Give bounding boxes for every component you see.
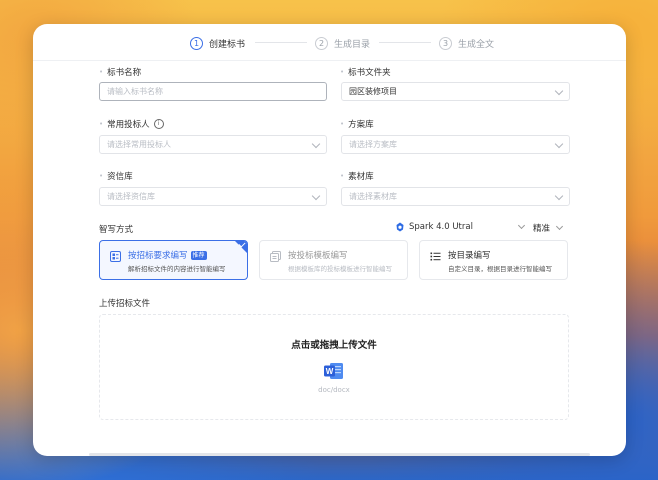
mode-card-by-requirement[interactable]: 按招标要求编写 推荐 解析招标文件的内容进行智能编写 [99,240,248,280]
chevron-down-icon [311,139,321,149]
material-lib-label: • 素材库 [340,170,374,182]
model-name: Spark 4.0 Utral [409,222,473,232]
bidder-placeholder: 请选择常用投标人 [107,140,171,149]
material-lib-select[interactable]: 请选择素材库 [341,187,570,206]
steps-divider [33,60,626,61]
bid-folder-value: 园区装修项目 [349,87,397,96]
spark-logo-icon [396,222,404,232]
precision-value: 精准 [533,224,551,234]
mode-card-by-template[interactable]: 按投标模板编写 根据模板库的投标模板进行智能编写 [259,240,408,280]
stepper: 1 创建标书 2 生成目录 3 生成全文 [33,30,626,61]
step-number: 2 [315,36,328,50]
chevron-down-icon [554,139,564,149]
step-generate-outline[interactable]: 2 生成目录 [315,30,370,56]
material-lib-label-text: 素材库 [348,172,374,182]
create-bid-window: 1 创建标书 2 生成目录 3 生成全文 • 标书名称 请输入标书名称 • 标书… [33,24,626,456]
step-generate-fulltext[interactable]: 3 生成全文 [439,30,494,56]
bid-name-placeholder: 请输入标书名称 [107,87,163,96]
bid-name-label: • 标书名称 [99,66,141,78]
step-connector [379,42,431,43]
mode-desc: 根据模板库的投标模板进行智能编写 [288,265,392,273]
svg-text:W: W [326,367,334,376]
template-copy-icon [270,251,281,262]
chevron-down-icon [554,86,564,96]
info-icon[interactable]: i [153,119,164,129]
mode-card-by-outline[interactable]: 按目录编写 自定义目录，根据目录进行智能编写 [419,240,568,280]
writing-mode-label: 智写方式 [99,225,134,235]
upload-title: 点击或拖拽上传文件 [291,340,377,351]
bid-name-label-text: 标书名称 [107,68,142,78]
mode-title: 按投标模板编写 [288,251,348,261]
bidder-label: • 常用投标人 i [99,118,164,130]
required-dot: • [99,68,104,76]
material-lib-placeholder: 请选择素材库 [349,192,397,201]
required-dot: • [340,120,345,128]
required-dot: • [99,172,104,180]
bid-folder-label: • 标书文件夹 [340,66,391,78]
mode-title: 按目录编写 [448,251,491,261]
required-dot: • [340,68,345,76]
model-select[interactable]: Spark 4.0 Utral [395,221,526,232]
step-label: 生成全文 [458,39,495,50]
upload-hint: doc/docx [318,386,350,394]
required-dot: • [340,172,345,180]
step-label: 创建标书 [209,39,246,50]
mode-desc: 自定义目录，根据目录进行智能编写 [448,265,552,273]
scheme-lib-select[interactable]: 请选择方案库 [341,135,570,154]
credential-lib-placeholder: 请选择资信库 [107,192,155,201]
credential-lib-label-text: 资信库 [107,172,133,182]
required-dot: • [99,120,104,128]
scheme-lib-label-text: 方案库 [348,120,374,130]
bid-folder-label-text: 标书文件夹 [348,68,391,78]
bidder-select[interactable]: 请选择常用投标人 [99,135,327,154]
word-doc-icon: W [324,363,343,379]
chevron-down-icon [554,191,564,201]
step-number: 3 [439,36,452,50]
step-label: 生成目录 [334,39,371,50]
scheme-lib-label: • 方案库 [340,118,374,130]
bidder-label-text: 常用投标人 [107,120,150,130]
precision-select[interactable]: 精准 [533,222,564,234]
outline-list-icon [430,252,441,261]
step-create-bid[interactable]: 1 创建标书 [190,30,245,56]
credential-lib-select[interactable]: 请选择资信库 [99,187,327,206]
upload-label: 上传招标文件 [99,299,151,309]
bid-folder-select[interactable]: 园区装修项目 [341,82,570,101]
scheme-lib-placeholder: 请选择方案库 [349,140,397,149]
document-list-icon [110,251,121,262]
bid-name-input[interactable]: 请输入标书名称 [99,82,327,101]
chevron-down-icon [517,221,526,230]
chevron-down-icon [555,222,564,231]
credential-lib-label: • 资信库 [99,170,133,182]
mode-title-text: 按招标要求编写 [128,251,188,261]
recommend-badge: 推荐 [190,251,207,260]
step-connector [255,42,307,43]
mode-title: 按招标要求编写 推荐 [128,249,207,261]
chevron-down-icon [311,191,321,201]
upload-dropzone[interactable]: 点击或拖拽上传文件 W doc/docx [99,314,569,420]
mode-desc: 解析招标文件的内容进行智能编写 [128,265,226,273]
scroll-indicator[interactable] [89,453,590,456]
step-number: 1 [190,36,203,50]
